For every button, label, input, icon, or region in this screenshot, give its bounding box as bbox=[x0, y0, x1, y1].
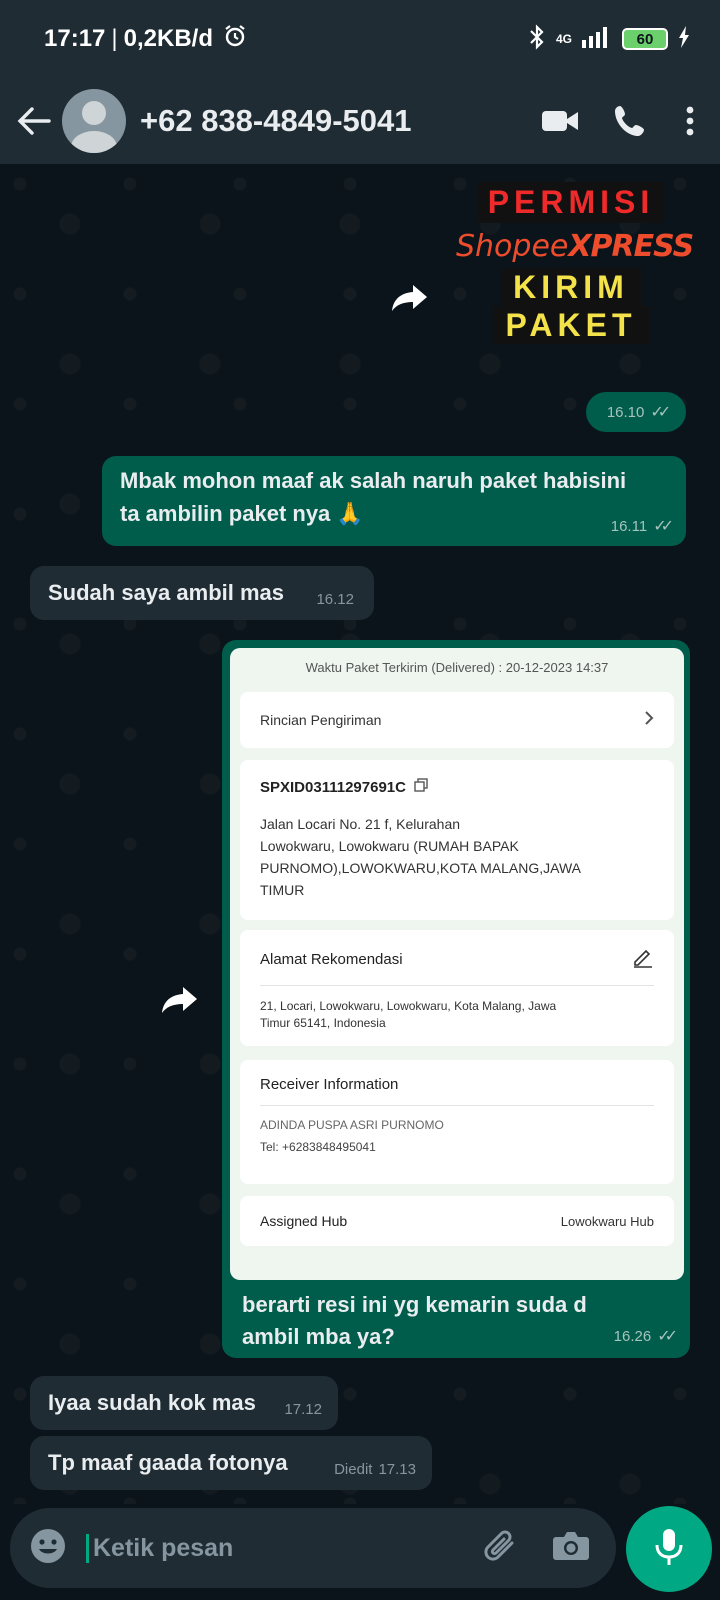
tracking-card: SPXID03111297691C Jalan Locari No. 21 f,… bbox=[240, 760, 674, 920]
message-meta: 16.26 ✓✓ bbox=[613, 1326, 678, 1346]
address-line: TIMUR bbox=[260, 882, 305, 898]
receiver-card: Receiver Information ADINDA PUSPA ASRI P… bbox=[240, 1060, 674, 1184]
message-text: Iyaa sudah kok mas bbox=[48, 1390, 256, 1415]
sticker-time-badge: 16.10 ✓✓ bbox=[586, 392, 686, 432]
signal-icon bbox=[582, 26, 612, 53]
message-time: 17.13 bbox=[378, 1461, 416, 1478]
tracking-number: SPXID03111297691C bbox=[260, 779, 406, 796]
incoming-message[interactable]: Sudah saya ambil mas 16.12 bbox=[30, 566, 374, 620]
bluetooth-icon bbox=[528, 23, 546, 55]
outgoing-message[interactable]: Mbak mohon maaf ak salah naruh paket hab… bbox=[102, 456, 686, 546]
chevron-right-icon bbox=[644, 710, 654, 731]
receiver-label: Receiver Information bbox=[260, 1076, 654, 1106]
status-time: 17:17 bbox=[44, 25, 106, 52]
video-call-icon[interactable] bbox=[538, 99, 582, 143]
double-check-icon: ✓✓ bbox=[657, 1328, 678, 1345]
incoming-message[interactable]: Iyaa sudah kok mas 17.12 bbox=[30, 1376, 338, 1430]
battery-indicator: 60 bbox=[622, 28, 668, 50]
voice-message-button[interactable] bbox=[626, 1506, 712, 1592]
message-time: 16.10 bbox=[606, 403, 645, 421]
message-time: 16.11 bbox=[610, 517, 648, 535]
network-type: 4G bbox=[555, 32, 572, 46]
rekomendasi-label: Alamat Rekomendasi bbox=[260, 951, 403, 968]
address-line: PURNOMO),LOWOKWARU,KOTA MALANG,JAWA bbox=[260, 860, 581, 876]
emoji-icon[interactable] bbox=[28, 1526, 68, 1571]
sticker-brand-xpress: XPRESS bbox=[568, 229, 694, 264]
charging-icon bbox=[678, 25, 690, 53]
attach-icon[interactable] bbox=[484, 1527, 518, 1570]
edit-pencil-icon bbox=[632, 946, 654, 973]
incoming-message[interactable]: Tp maaf gaada fotonya Diedit 17.13 bbox=[30, 1436, 432, 1490]
hub-label: Assigned Hub bbox=[260, 1213, 348, 1229]
rekomendasi-card: Alamat Rekomendasi 21, Locari, Lowokwaru… bbox=[240, 930, 674, 1046]
status-separator: | bbox=[111, 25, 118, 52]
contact-name[interactable]: +62 838-4849-5041 bbox=[140, 103, 512, 139]
sticker-line-paket: PAKET bbox=[493, 306, 649, 344]
message-caption-line: berarti resi ini yg kemarin suda d bbox=[242, 1292, 587, 1317]
status-bar: 17:17 | 0,2KB/d 4G 60 bbox=[0, 0, 720, 78]
sticker-brand: ShopeeXPRESS bbox=[456, 229, 694, 264]
message-time: 16.12 bbox=[316, 591, 354, 608]
rincian-card: Rincian Pengiriman bbox=[240, 692, 674, 748]
status-net-speed: 0,2KB/d bbox=[123, 25, 213, 52]
microphone-icon bbox=[654, 1527, 684, 1572]
message-text: Sudah saya ambil mas bbox=[48, 580, 284, 605]
avatar[interactable] bbox=[62, 89, 126, 153]
hub-card: Assigned Hub Lowokwaru Hub bbox=[240, 1196, 674, 1246]
forward-icon[interactable] bbox=[388, 276, 432, 320]
message-caption-line: ambil mba ya? bbox=[242, 1324, 395, 1349]
message-input-bar: Ketik pesan bbox=[10, 1508, 616, 1588]
chat-header: +62 838-4849-5041 bbox=[0, 78, 720, 164]
sticker-line-permisi: PERMISI bbox=[477, 182, 665, 223]
phone-call-icon[interactable] bbox=[608, 99, 652, 143]
camera-icon[interactable] bbox=[552, 1530, 590, 1567]
shared-screenshot[interactable]: Waktu Paket Terkirim (Delivered) : 20-12… bbox=[230, 648, 684, 1280]
sticker-line-kirim: KIRIM bbox=[501, 268, 641, 306]
message-meta: Diedit 17.13 bbox=[334, 1461, 416, 1478]
message-text: Tp maaf gaada fotonya bbox=[48, 1450, 288, 1475]
double-check-icon: ✓✓ bbox=[650, 404, 671, 421]
rincian-label: Rincian Pengiriman bbox=[260, 712, 382, 728]
address-line: Lowokwaru, Lowokwaru (RUMAH BAPAK bbox=[260, 838, 519, 854]
message-time: 17.12 bbox=[284, 1401, 322, 1418]
double-check-icon: ✓✓ bbox=[653, 518, 674, 535]
sticker-brand-shopee: Shopee bbox=[456, 229, 569, 264]
alarm-icon bbox=[223, 24, 247, 55]
edited-label: Diedit bbox=[334, 1461, 373, 1478]
more-options-icon[interactable] bbox=[678, 99, 702, 143]
copy-icon bbox=[414, 778, 428, 797]
address-line: Jalan Locari No. 21 f, Kelurahan bbox=[260, 816, 461, 832]
message-meta: 16.11 ✓✓ bbox=[610, 516, 674, 536]
message-text-line: Mbak mohon maaf ak salah naruh paket hab… bbox=[120, 468, 627, 493]
message-text-line: ta ambilin paket nya 🙏 bbox=[120, 501, 364, 526]
message-time: 16.26 bbox=[613, 1327, 652, 1345]
rekomendasi-line: Timur 65141, Indonesia bbox=[260, 1016, 386, 1030]
receiver-name: ADINDA PUSPA ASRI PURNOMO bbox=[260, 1118, 444, 1132]
hub-value: Lowokwaru Hub bbox=[560, 1213, 654, 1229]
forward-icon[interactable] bbox=[158, 978, 202, 1022]
back-arrow-icon[interactable] bbox=[14, 101, 54, 141]
sticker-message[interactable]: PERMISI ShopeeXPRESS KIRIM PAKET bbox=[456, 180, 694, 370]
receiver-tel: Tel: +6283848495041 bbox=[260, 1140, 376, 1154]
delivered-time: Waktu Paket Terkirim (Delivered) : 20-12… bbox=[305, 660, 609, 675]
rekomendasi-line: 21, Locari, Lowokwaru, Lowokwaru, Kota M… bbox=[260, 999, 557, 1013]
message-input[interactable]: Ketik pesan bbox=[86, 1533, 484, 1563]
